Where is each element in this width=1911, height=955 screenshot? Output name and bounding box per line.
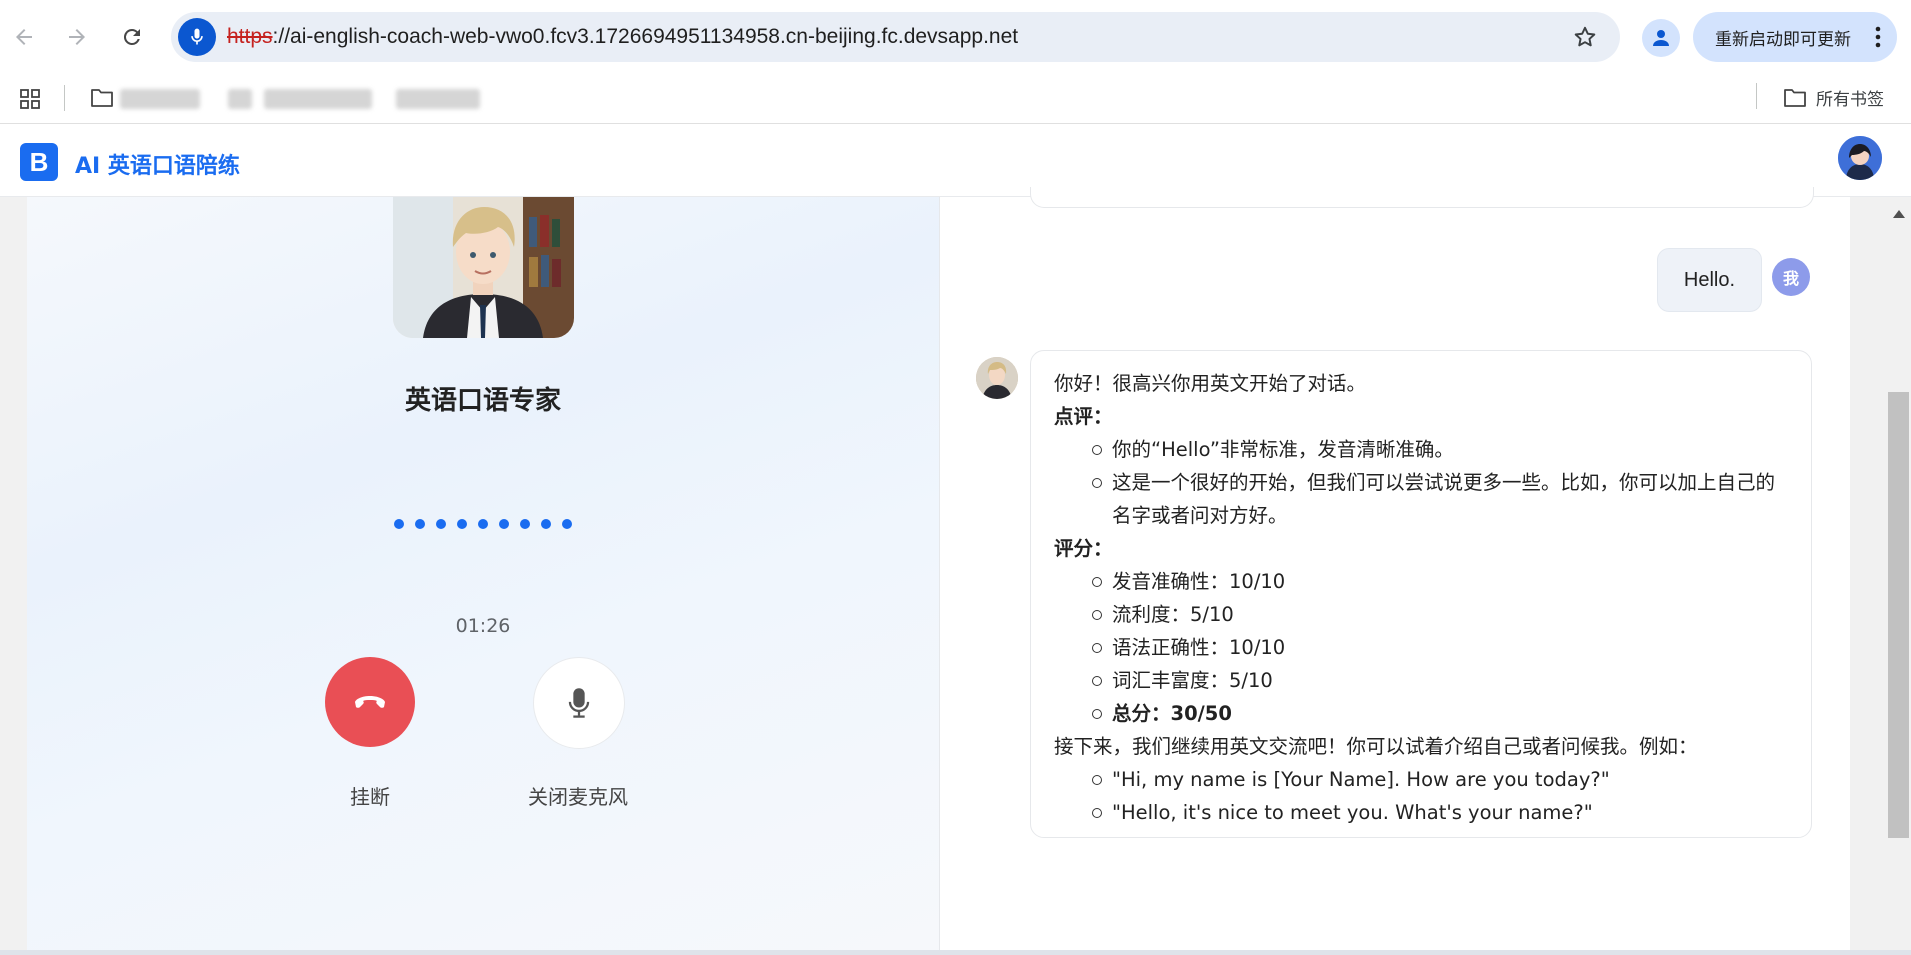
coach-portrait-image xyxy=(393,197,574,338)
activity-dot xyxy=(520,519,530,529)
activity-dot xyxy=(436,519,446,529)
bookmark-item-redacted[interactable] xyxy=(264,89,372,109)
user-avatar[interactable] xyxy=(1838,136,1882,180)
bookmark-item-redacted[interactable] xyxy=(120,89,200,109)
bookmarks-bar: 所有书签 xyxy=(0,75,1911,124)
coach-reply-bubble: 你好！很高兴你用英文开始了对话。 点评： 你的“Hello”非常标准，发音清晰准… xyxy=(1030,350,1812,838)
total-score-item: 总分：30/50 xyxy=(1092,697,1789,730)
score-list: 发音准确性：10/10 流利度：5/10 语法正确性：10/10 词汇丰富度：5… xyxy=(1054,565,1789,730)
coach-chat-avatar xyxy=(976,357,1018,399)
relaunch-update-button[interactable]: 重新启动即可更新 xyxy=(1693,12,1897,62)
reply-next: 接下来，我们继续用英文交流吧！你可以试着介绍自己或者问候我。例如： xyxy=(1054,735,1698,758)
triangle-up-icon xyxy=(1893,210,1905,218)
mute-mic-label: 关闭麦克风 xyxy=(528,785,628,809)
arrow-left-icon xyxy=(16,29,32,45)
expert-portrait xyxy=(393,197,574,338)
example-list: "Hi, my name is [Your Name]. How are you… xyxy=(1054,763,1789,829)
activity-dot xyxy=(499,519,509,529)
address-bar[interactable]: https://ai-english-coach-web-vwo0.fcv3.1… xyxy=(171,12,1620,62)
activity-dot xyxy=(394,519,404,529)
reload-button[interactable] xyxy=(117,22,147,52)
back-button[interactable] xyxy=(9,22,39,52)
main-content: 英语口语专家 01:26 挂断 关闭麦克风 Hello. 我 你好！很高兴你用英… xyxy=(0,187,1911,955)
comment-heading: 点评： xyxy=(1054,405,1113,428)
example-item: "Hello, it's nice to meet you. What's yo… xyxy=(1092,796,1789,829)
browser-toolbar: https://ai-english-coach-web-vwo0.fcv3.1… xyxy=(0,0,1911,75)
phone-hangup-icon xyxy=(355,696,385,708)
user-chat-avatar: 我 xyxy=(1772,258,1810,296)
call-panel: 英语口语专家 01:26 挂断 关闭麦克风 xyxy=(27,197,940,955)
bookmarks-divider xyxy=(64,85,65,111)
mic-icon xyxy=(191,28,203,45)
more-vert-icon xyxy=(1875,26,1881,48)
score-heading-line: 评分： xyxy=(1054,532,1789,565)
score-item: 语法正确性：10/10 xyxy=(1092,631,1789,664)
total-score: 总分：30/50 xyxy=(1112,702,1232,725)
bookmarks-divider xyxy=(1756,83,1757,109)
scroll-up-button[interactable] xyxy=(1893,203,1905,222)
mute-mic-button[interactable] xyxy=(533,657,625,749)
expert-name: 英语口语专家 xyxy=(404,386,561,416)
app-logo[interactable]: B xyxy=(20,143,58,181)
mic-icon xyxy=(568,688,590,718)
comment-heading-line: 点评： xyxy=(1054,400,1789,433)
apps-button[interactable] xyxy=(18,87,42,115)
comment-list: 你的“Hello”非常标准，发音清晰准确。 这是一个很好的开始，但我们可以尝试说… xyxy=(1054,433,1789,532)
user-message-bubble: Hello. xyxy=(1657,248,1762,312)
avatar-icon xyxy=(1838,136,1882,180)
url-text: https://ai-english-coach-web-vwo0.fcv3.1… xyxy=(227,25,1018,49)
score-item: 流利度：5/10 xyxy=(1092,598,1789,631)
folder-icon xyxy=(1784,88,1806,107)
arrow-right-icon xyxy=(69,29,85,45)
bookmark-favicon-redacted xyxy=(228,89,252,109)
window-bottom-edge xyxy=(0,950,1911,955)
comment-item: 你的“Hello”非常标准，发音清晰准确。 xyxy=(1092,433,1789,466)
bookmark-item-redacted[interactable] xyxy=(396,89,480,109)
example-item: "Hi, my name is [Your Name]. How are you… xyxy=(1092,763,1789,796)
coach-avatar-icon xyxy=(976,357,1018,399)
voice-activity-indicator xyxy=(394,519,572,529)
update-label: 重新启动即可更新 xyxy=(1715,29,1851,49)
activity-dot xyxy=(415,519,425,529)
activity-dot xyxy=(478,519,488,529)
activity-dot xyxy=(562,519,572,529)
url-scheme: https xyxy=(227,25,273,48)
app-title: AI 英语口语陪练 xyxy=(75,154,240,179)
hangup-label: 挂断 xyxy=(350,785,390,809)
apps-grid-icon xyxy=(20,89,40,109)
score-item: 发音准确性：10/10 xyxy=(1092,565,1789,598)
comment-item: 这是一个很好的开始，但我们可以尝试说更多一些。比如，你可以加上自己的名字或者问对… xyxy=(1092,466,1789,532)
hangup-button[interactable] xyxy=(325,657,415,747)
activity-dot xyxy=(541,519,551,529)
chat-panel: Hello. 我 你好！很高兴你用英文开始了对话。 点评： 你的“Hello”非… xyxy=(940,187,1850,955)
reply-intro: 你好！很高兴你用英文开始了对话。 xyxy=(1054,372,1367,395)
star-icon xyxy=(1574,26,1596,47)
score-item: 词汇丰富度：5/10 xyxy=(1092,664,1789,697)
scrollbar-thumb[interactable] xyxy=(1888,392,1909,838)
forward-button[interactable] xyxy=(62,22,92,52)
folder-icon xyxy=(91,89,113,107)
profile-button[interactable] xyxy=(1642,19,1680,57)
bookmark-folder-1[interactable] xyxy=(90,87,114,113)
previous-message-bubble xyxy=(1030,187,1814,208)
voice-search-button[interactable] xyxy=(178,18,216,56)
score-heading: 评分： xyxy=(1054,537,1113,560)
reload-icon xyxy=(123,28,140,45)
all-bookmarks-label: 所有书签 xyxy=(1816,90,1884,110)
call-timer: 01:26 xyxy=(455,615,511,637)
all-bookmarks-button[interactable]: 所有书签 xyxy=(1782,85,1884,110)
bookmark-star-button[interactable] xyxy=(1572,24,1598,54)
profile-icon xyxy=(1653,30,1669,46)
activity-dot xyxy=(457,519,467,529)
url-host: ://ai-english-coach-web-vwo0.fcv3.172669… xyxy=(272,25,1019,48)
